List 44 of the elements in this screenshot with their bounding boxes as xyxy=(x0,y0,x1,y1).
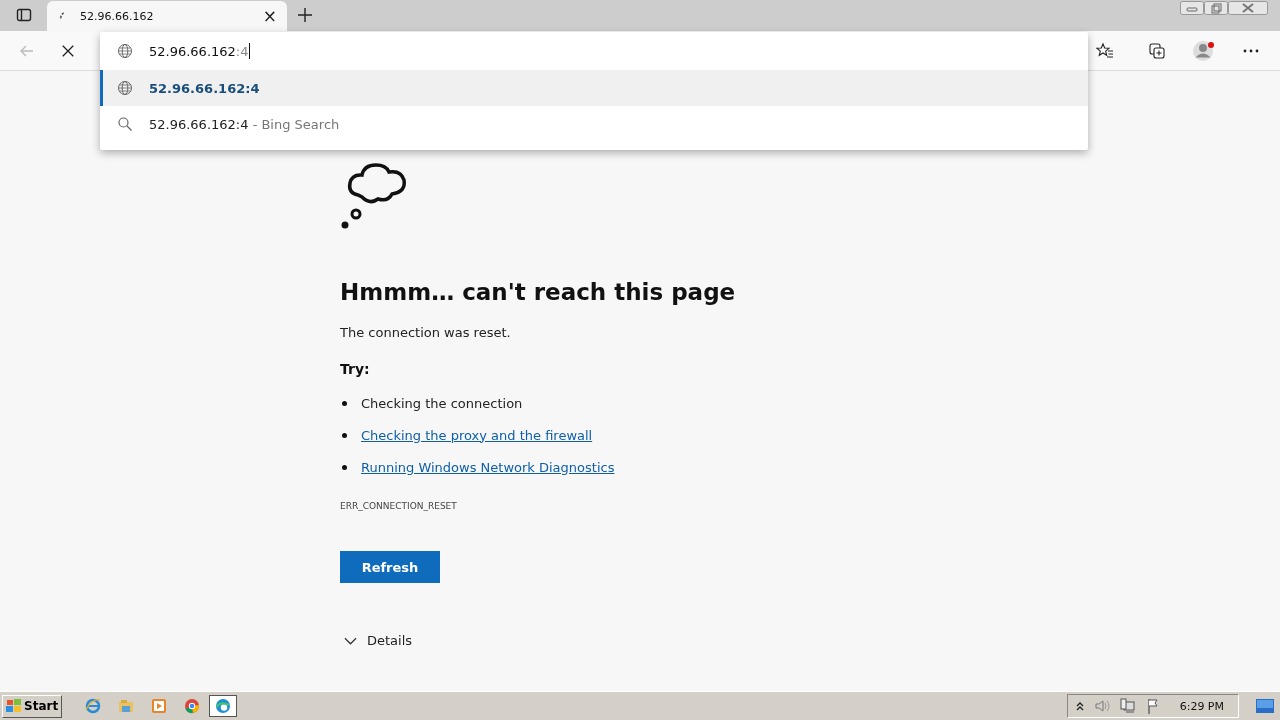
address-field[interactable]: 52.96.66.162:4 xyxy=(100,32,1088,70)
bullet-icon xyxy=(342,432,347,438)
restore-icon[interactable] xyxy=(1204,1,1228,15)
ie-icon[interactable] xyxy=(85,698,102,714)
bullet-icon xyxy=(342,464,347,470)
edge-taskbar-button[interactable] xyxy=(209,695,238,717)
volume-icon[interactable] xyxy=(1093,698,1110,714)
profile-icon[interactable] xyxy=(1192,38,1216,63)
favorites-icon[interactable] xyxy=(1096,41,1114,60)
globe-icon xyxy=(117,80,133,96)
tab-actions-icon[interactable] xyxy=(16,7,32,23)
clock: 6:29 PM xyxy=(1179,699,1224,713)
search-icon xyxy=(117,116,133,132)
browser-tab[interactable]: 52.96.66.162 × xyxy=(47,1,287,31)
loading-icon xyxy=(59,11,67,21)
windows-logo-icon xyxy=(6,699,22,713)
new-tab-icon[interactable] xyxy=(297,7,313,23)
stop-icon[interactable] xyxy=(61,43,75,58)
tab-title: 52.96.66.162 xyxy=(80,9,155,23)
suggestion-item[interactable]: 52.96.66.162:4 xyxy=(100,70,1088,106)
error-heading: Hmmm… can't reach this page xyxy=(340,279,736,305)
help-link[interactable]: Checking the proxy and the firewall xyxy=(361,427,593,443)
help-link[interactable]: Running Windows Network Diagnostics xyxy=(361,459,615,475)
bullet-icon xyxy=(342,400,347,406)
collections-icon[interactable] xyxy=(1148,41,1166,60)
more-icon[interactable] xyxy=(1242,47,1260,54)
tip-text: Checking the connection xyxy=(361,395,523,411)
tab-close-button[interactable]: × xyxy=(262,6,277,26)
try-label: Try: xyxy=(340,361,370,377)
details-toggle[interactable]: Details xyxy=(340,633,413,648)
network-icon[interactable] xyxy=(1119,698,1136,714)
error-code: ERR_CONNECTION_RESET xyxy=(340,501,457,511)
close-icon[interactable] xyxy=(1228,1,1268,15)
chrome-icon[interactable] xyxy=(184,698,201,714)
start-button[interactable]: Start xyxy=(2,694,63,718)
suggestion-item[interactable]: 52.96.66.162:4 - Bing Search xyxy=(100,106,1088,142)
error-message: The connection was reset. xyxy=(340,325,511,340)
globe-icon xyxy=(117,43,133,59)
chevron-icon xyxy=(344,636,357,645)
show-hidden-icon[interactable] xyxy=(1075,701,1084,711)
media-player-icon[interactable] xyxy=(151,698,168,714)
edge-icon xyxy=(215,698,232,714)
refresh-button[interactable]: Refresh xyxy=(340,551,440,583)
minimize-icon[interactable] xyxy=(1180,1,1204,15)
